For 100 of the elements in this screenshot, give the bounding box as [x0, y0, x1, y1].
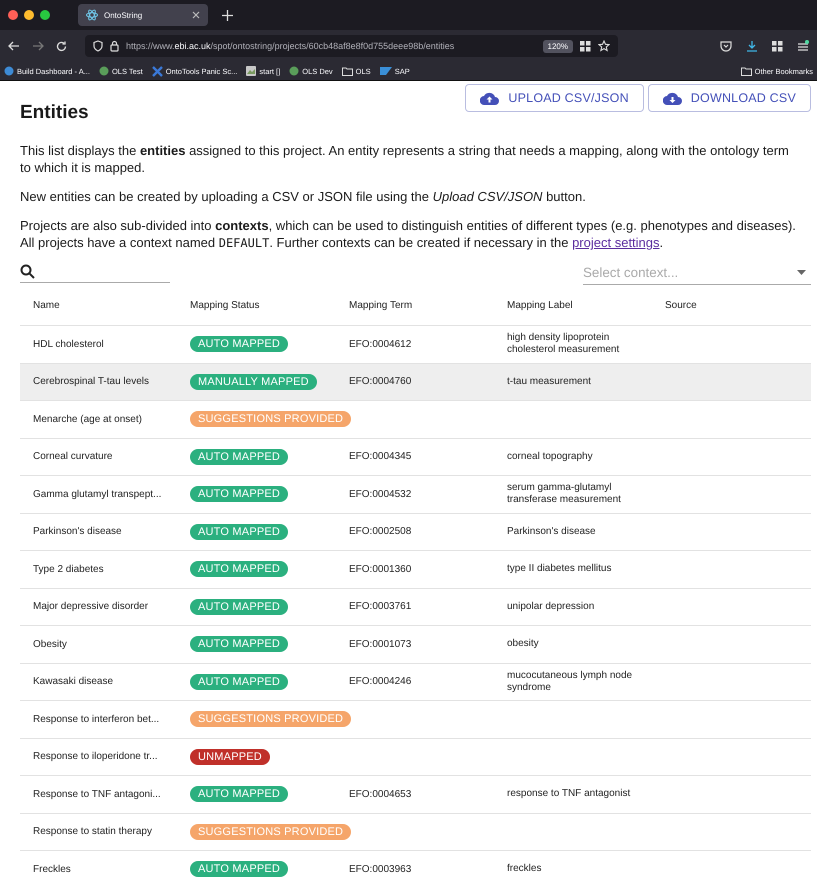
table-row[interactable]: Obesity AUTO MAPPED EFO:0001073 obesity	[20, 626, 811, 664]
table-cell: Response to statin therapy	[33, 826, 152, 838]
status-badge: MANUALLY MAPPED	[190, 374, 317, 390]
table-cell: Major depressive disorder	[33, 601, 148, 612]
table-row[interactable]: Corneal curvature AUTO MAPPED EFO:0004345 corneal topography	[20, 438, 811, 476]
table-row[interactable]: Gamma glutamyl transpept... AUTO MAPPED EFO:0004532 serum gamma-glutamyl transferase measurement	[20, 476, 811, 514]
table-cell: Obesity	[33, 638, 67, 650]
table-cell: Gamma glutamyl transpept...	[33, 488, 162, 500]
status-badge: AUTO MAPPED	[190, 636, 288, 652]
status-badge: AUTO MAPPED	[190, 598, 288, 615]
status-badge: AUTO MAPPED	[190, 786, 288, 802]
table-cell: EFO:0004760	[349, 376, 412, 388]
table-cell: EFO:0004532	[349, 488, 412, 500]
status-badge: AUTO MAPPED	[190, 486, 288, 502]
table-row[interactable]: Response to iloperidone tr... UNMAPPED	[20, 738, 811, 776]
new-tab-icon[interactable]	[222, 10, 233, 20]
reload-icon[interactable]	[56, 40, 67, 52]
grid-icon[interactable]	[580, 40, 591, 52]
cross-icon	[152, 66, 163, 76]
table-cell: corneal topography	[507, 450, 593, 462]
table-cell: EFO:0004246	[349, 676, 412, 688]
status-badge: AUTO MAPPED	[190, 336, 288, 352]
table-cell: EFO:0002508	[349, 526, 412, 538]
status-badge: SUGGESTIONS PROVIDED	[190, 711, 352, 728]
forward-icon[interactable]	[32, 41, 44, 51]
paragraph: This list displays the entities assigned to this project. An entity represents a string that needs a mapping, along with the ontology term to which it is mapped.	[20, 142, 790, 176]
table-row[interactable]: Major depressive disorder AUTO MAPPED EFO:0003761 unipolar depression	[20, 588, 811, 626]
table-row[interactable]: Menarche (age at onset) SUGGESTIONS PROVIDED	[20, 401, 811, 438]
pocket-icon[interactable]	[720, 40, 732, 52]
table-cell: EFO:0003761	[349, 601, 412, 612]
download-button[interactable]: DOWNLOAD CSV	[648, 84, 811, 112]
status-badge: AUTO MAPPED	[190, 448, 288, 465]
table-cell: response to TNF antagonist	[507, 788, 630, 800]
shield-icon	[93, 40, 103, 52]
status-badge: AUTO MAPPED	[190, 524, 288, 540]
table-cell: Parkinson's disease	[507, 526, 596, 537]
dropdown-caret-icon	[797, 270, 806, 274]
cloud-upload-icon	[480, 92, 500, 104]
folder-icon	[342, 66, 353, 76]
table-row[interactable]: Parkinson's disease AUTO MAPPED EFO:0002508 Parkinson's disease	[20, 514, 811, 551]
column-header: Name	[33, 300, 61, 310]
atom-icon	[86, 9, 98, 21]
browser-tab[interactable]: OntoString	[78, 4, 208, 26]
star-icon[interactable]	[598, 40, 610, 52]
table-row[interactable]: Cerebrospinal T-tau levels MANUALLY MAPPED EFO:0004760 t-tau measurement	[20, 364, 811, 401]
column-header: Mapping Status	[190, 300, 260, 310]
page-title: Entities	[20, 102, 89, 124]
status-badge: AUTO MAPPED	[190, 561, 288, 578]
table-cell: EFO:0004345	[349, 451, 412, 462]
table-row[interactable]: Kawasaki disease AUTO MAPPED EFO:0004246 mucocutaneous lymph node syndrome	[20, 664, 811, 701]
table-cell: mucocutaneous lymph node syndrome	[507, 670, 632, 693]
table-row[interactable]: Response to TNF antagoni... AUTO MAPPED EFO:0004653 response to TNF antagonist	[20, 776, 811, 814]
table-cell: EFO:0004653	[349, 788, 412, 800]
table-row[interactable]: Response to interferon bet... SUGGESTIONS PROVIDED	[20, 701, 811, 738]
table-cell: obesity	[507, 638, 539, 650]
address-bar[interactable]: https://www.ebi.ac.uk/spot/ontostring/projects/60cb48af8e8f0d755deee98b/entities 120%	[85, 35, 618, 57]
lock-icon	[110, 40, 119, 52]
extensions-icon[interactable]	[772, 40, 783, 52]
download-icon[interactable]	[746, 40, 758, 52]
table-cell: Cerebrospinal T-tau levels	[33, 376, 149, 388]
table-cell: Freckles	[33, 864, 71, 875]
table-row[interactable]: Response to statin therapy SUGGESTIONS PROVIDED	[20, 814, 811, 851]
circle-icon	[98, 66, 109, 76]
table-cell: EFO:0001073	[349, 638, 412, 650]
table-cell: Response to interferon bet...	[33, 714, 160, 725]
column-header: Source	[665, 300, 698, 310]
table-cell: unipolar depression	[507, 600, 594, 612]
column-header: Mapping Label	[507, 300, 574, 310]
status-badge: SUGGESTIONS PROVIDED	[190, 411, 352, 428]
table-cell: Corneal curvature	[33, 451, 112, 462]
paragraph: New entities can be created by uploading a CSV or JSON file using the Upload CSV/JSON button.	[20, 188, 587, 205]
close-icon[interactable]	[192, 11, 200, 19]
table-cell: Menarche (age at onset)	[33, 414, 142, 425]
table-cell: HDL cholesterol	[33, 338, 104, 350]
zoom-badge[interactable]: 120%	[542, 40, 573, 52]
table-cell: Response to TNF antagoni...	[33, 788, 161, 800]
picture-icon	[246, 66, 256, 76]
project-settings-link[interactable]: project settings	[572, 235, 660, 250]
table-cell: EFO:0001360	[349, 564, 412, 575]
table-row[interactable]: Freckles AUTO MAPPED EFO:0003963 freckles	[20, 851, 811, 886]
status-badge: AUTO MAPPED	[190, 674, 288, 690]
maximize-window-button[interactable]	[40, 10, 50, 20]
search-icon	[20, 264, 35, 278]
folder-icon	[740, 66, 752, 76]
close-window-button[interactable]	[8, 10, 18, 20]
minimize-window-button[interactable]	[24, 10, 34, 20]
table-cell: high density lipoprotein cholesterol measurement	[507, 332, 620, 356]
back-icon[interactable]	[8, 41, 20, 51]
table-cell: Kawasaki disease	[33, 676, 114, 688]
column-header: Mapping Term	[349, 300, 414, 310]
logo-icon	[380, 67, 392, 75]
table-cell: Type 2 diabetes	[33, 564, 104, 575]
upload-button[interactable]: UPLOAD CSV/JSON	[465, 84, 644, 112]
table-row[interactable]: Type 2 diabetes AUTO MAPPED EFO:0001360 type II diabetes mellitus	[20, 551, 811, 588]
menu-icon[interactable]	[797, 40, 809, 52]
url-text: https://www.ebi.ac.uk/spot/ontostring/projects/60cb48af8e8f0d755deee98b/entities	[126, 41, 456, 51]
status-badge: SUGGESTIONS PROVIDED	[190, 824, 352, 840]
table-cell: EFO:0003963	[349, 864, 412, 875]
table-cell: EFO:0004612	[349, 338, 412, 350]
paragraph: Projects are also sub-divided into contexts, which can be used to distinguish entities of different types (e.g. phenotypes and diseases). All projects have a context named DEFAULT. Further contexts can be created if necessary in the project settings.	[20, 217, 797, 252]
